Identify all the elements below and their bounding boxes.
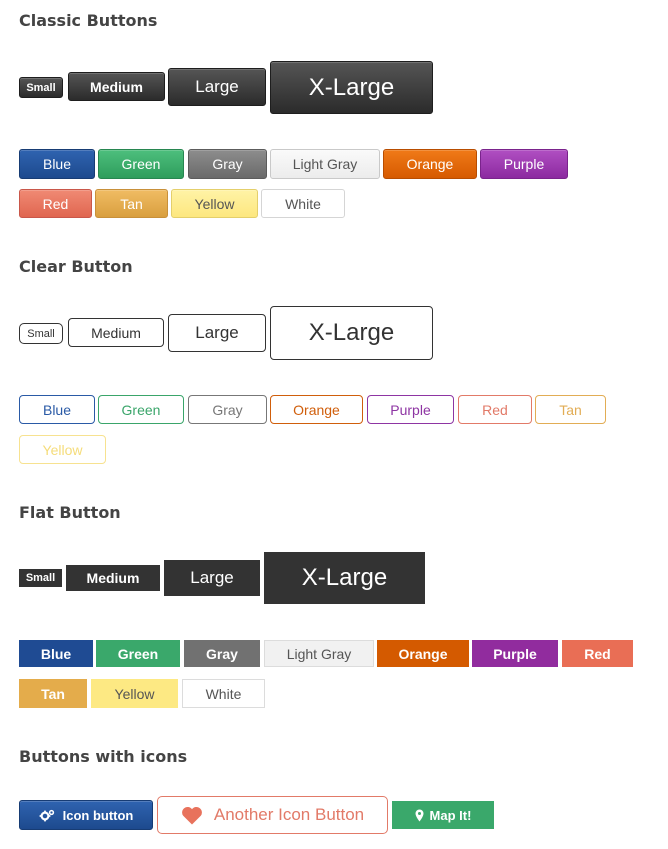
clear-purple-button[interactable]: Purple [367, 395, 454, 424]
flat-orange-button[interactable]: Orange [377, 640, 469, 667]
flat-large-button[interactable]: Large [164, 560, 260, 596]
classic-yellow-button[interactable]: Yellow [171, 189, 258, 218]
clear-small-button[interactable]: Small [19, 323, 63, 344]
icon-button[interactable]: Icon button [19, 800, 153, 830]
map-it-button[interactable]: Map It! [392, 801, 494, 829]
classic-light-gray-button[interactable]: Light Gray [270, 149, 380, 179]
clear-orange-button[interactable]: Orange [270, 395, 363, 424]
another-icon-button-label: Another Icon Button [213, 805, 365, 824]
classic-buttons-heading: Classic Buttons [19, 11, 158, 30]
flat-xlarge-button[interactable]: X-Large [264, 552, 425, 604]
another-icon-button[interactable]: Another Icon Button [157, 796, 388, 834]
classic-orange-button[interactable]: Orange [383, 149, 477, 179]
flat-purple-button[interactable]: Purple [472, 640, 558, 667]
clear-red-button[interactable]: Red [458, 395, 532, 424]
clear-tan-button[interactable]: Tan [535, 395, 606, 424]
classic-small-button[interactable]: Small [19, 77, 63, 98]
clear-gray-button[interactable]: Gray [188, 395, 267, 424]
flat-blue-button[interactable]: Blue [19, 640, 93, 667]
flat-red-button[interactable]: Red [562, 640, 633, 667]
classic-medium-button[interactable]: Medium [68, 72, 165, 101]
clear-blue-button[interactable]: Blue [19, 395, 95, 424]
flat-button-heading: Flat Button [19, 503, 121, 522]
classic-tan-button[interactable]: Tan [95, 189, 168, 218]
flat-green-button[interactable]: Green [96, 640, 180, 667]
flat-medium-button[interactable]: Medium [66, 565, 160, 591]
clear-green-button[interactable]: Green [98, 395, 184, 424]
cogs-icon [39, 809, 55, 822]
classic-white-button[interactable]: White [261, 189, 345, 218]
flat-gray-button[interactable]: Gray [184, 640, 260, 667]
heart-icon [181, 806, 203, 825]
classic-purple-button[interactable]: Purple [480, 149, 568, 179]
map-marker-icon [415, 809, 424, 822]
classic-xlarge-button[interactable]: X-Large [270, 61, 433, 114]
classic-large-button[interactable]: Large [168, 68, 266, 106]
classic-green-button[interactable]: Green [98, 149, 184, 179]
classic-gray-button[interactable]: Gray [188, 149, 267, 179]
flat-small-button[interactable]: Small [19, 569, 62, 587]
clear-button-heading: Clear Button [19, 257, 133, 276]
flat-yellow-button[interactable]: Yellow [91, 679, 178, 708]
clear-medium-button[interactable]: Medium [68, 318, 164, 347]
clear-large-button[interactable]: Large [168, 314, 266, 352]
clear-xlarge-button[interactable]: X-Large [270, 306, 433, 360]
flat-tan-button[interactable]: Tan [19, 679, 87, 708]
classic-blue-button[interactable]: Blue [19, 149, 95, 179]
map-it-button-label: Map It! [429, 807, 472, 823]
flat-light-gray-button[interactable]: Light Gray [264, 640, 374, 667]
icon-button-label: Icon button [62, 807, 134, 823]
classic-red-button[interactable]: Red [19, 189, 92, 218]
clear-yellow-button[interactable]: Yellow [19, 435, 106, 464]
flat-white-button[interactable]: White [182, 679, 265, 708]
buttons-with-icons-heading: Buttons with icons [19, 747, 188, 766]
